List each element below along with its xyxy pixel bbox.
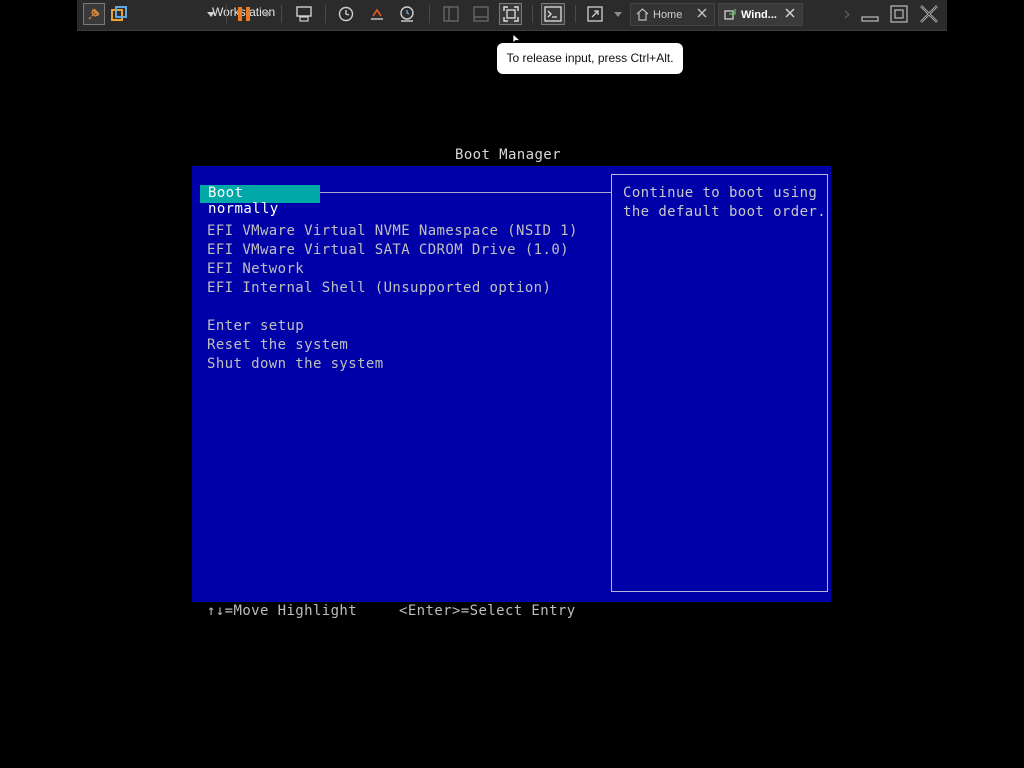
chevron-down-icon xyxy=(614,11,622,17)
full-screen-button[interactable] xyxy=(499,3,522,25)
boot-option-network[interactable]: EFI Network xyxy=(207,261,304,277)
snapshot-manager-button[interactable] xyxy=(397,3,417,25)
help-panel xyxy=(611,174,828,592)
library-menu-dropdown[interactable] xyxy=(204,3,218,25)
pause-icon xyxy=(238,7,250,21)
tab-vm-label: Wind... xyxy=(741,9,777,21)
stretch-menu-dropdown[interactable] xyxy=(612,3,624,25)
page-title: Boot Manager xyxy=(455,147,561,163)
show-library-button[interactable] xyxy=(441,3,461,25)
pin-toolbar-button[interactable] xyxy=(83,3,105,25)
footer-hint-move: ↑↓=Move Highlight xyxy=(207,603,358,619)
tab-home[interactable]: Home xyxy=(630,3,715,26)
chevron-down-icon xyxy=(207,11,215,17)
footer-hint-select: <Enter>=Select Entry xyxy=(399,603,576,619)
menu-item-shut-down[interactable]: Shut down the system xyxy=(207,356,384,372)
close-window-button[interactable] xyxy=(917,3,941,25)
console-view-button[interactable] xyxy=(541,3,565,25)
thumbnail-bar-icon xyxy=(473,6,489,22)
library-panel-icon xyxy=(443,6,459,22)
snapshot-manager-icon xyxy=(400,6,414,22)
fullscreen-icon xyxy=(502,6,519,22)
menu-item-reset-system[interactable]: Reset the system xyxy=(207,337,348,353)
chevron-down-icon xyxy=(263,11,271,17)
restore-button[interactable] xyxy=(888,3,910,25)
send-ctrl-alt-del-button[interactable] xyxy=(294,3,314,25)
minimize-button[interactable] xyxy=(859,3,881,25)
minimize-icon xyxy=(861,16,879,22)
revert-snapshot-button[interactable] xyxy=(367,3,387,25)
stretch-guest-button[interactable] xyxy=(585,3,605,25)
vmware-logo-button[interactable] xyxy=(109,3,129,25)
release-input-tooltip: To release input, press Ctrl+Alt. xyxy=(497,43,683,74)
revert-snapshot-icon xyxy=(371,8,383,20)
snapshot-clock-icon xyxy=(338,6,354,22)
close-icon[interactable] xyxy=(696,7,708,19)
take-snapshot-button[interactable] xyxy=(336,3,356,25)
chevron-right-icon xyxy=(844,10,850,18)
vmware-logo-icon xyxy=(111,6,127,21)
power-menu-dropdown[interactable] xyxy=(261,3,273,25)
keyboard-monitor-icon xyxy=(296,6,312,22)
selection-divider xyxy=(320,192,611,193)
close-icon[interactable] xyxy=(784,7,796,19)
boot-option-internal-shell[interactable]: EFI Internal Shell (Unsupported option) xyxy=(207,280,551,296)
restore-icon xyxy=(890,5,908,23)
show-thumbnail-bar-button[interactable] xyxy=(471,3,491,25)
boot-option-boot-normally[interactable]: Boot normally xyxy=(200,185,320,217)
boot-option-label: Boot normally xyxy=(208,185,279,217)
boot-option-nvme[interactable]: EFI VMware Virtual NVME Namespace (NSID … xyxy=(207,223,578,239)
menu-item-enter-setup[interactable]: Enter setup xyxy=(207,318,304,334)
vmware-toolbar: Workstation Home Wind... xyxy=(77,0,947,31)
pin-icon xyxy=(88,8,100,20)
help-text: Continue to boot using the default boot … xyxy=(623,185,827,220)
stretch-icon xyxy=(587,6,603,22)
close-icon xyxy=(920,5,938,23)
boot-option-cdrom[interactable]: EFI VMware Virtual SATA CDROM Drive (1.0… xyxy=(207,242,569,258)
pause-button[interactable] xyxy=(235,3,253,25)
tab-home-label: Home xyxy=(653,9,683,21)
tab-vm[interactable]: Wind... xyxy=(718,3,803,26)
tab-scroll-arrow[interactable] xyxy=(842,3,852,25)
vm-icon xyxy=(724,9,736,20)
home-icon xyxy=(636,8,649,21)
terminal-icon xyxy=(544,6,562,22)
